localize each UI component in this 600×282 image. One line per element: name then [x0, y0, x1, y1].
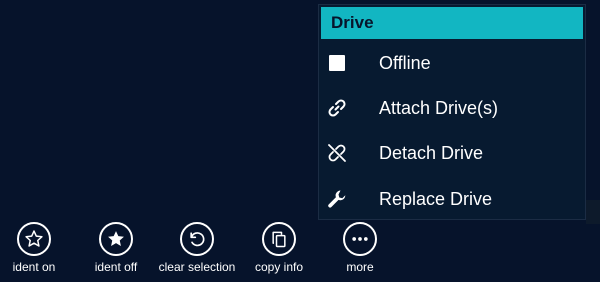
star-filled-icon — [99, 222, 133, 256]
link-icon — [327, 98, 347, 118]
menu-item-offline[interactable]: Offline — [319, 43, 585, 83]
copy-icon — [262, 222, 296, 256]
unlink-icon — [327, 143, 347, 163]
clear-selection-button[interactable]: clear selection — [152, 222, 242, 280]
square-icon — [327, 53, 347, 73]
menu-item-attach-drive[interactable]: Attach Drive(s) — [319, 88, 585, 128]
wrench-icon — [327, 189, 347, 209]
menu-item-label: Offline — [379, 52, 431, 73]
menu-item-label: Detach Drive — [379, 142, 484, 163]
clear-selection-label: clear selection — [158, 260, 236, 274]
menu-item-detach-drive[interactable]: Detach Drive — [319, 133, 585, 173]
more-icon — [343, 222, 377, 256]
menu-item-replace-drive[interactable]: Replace Drive — [319, 179, 585, 219]
copy-info-label: copy info — [254, 260, 304, 274]
undo-icon — [180, 222, 214, 256]
more-button[interactable]: more — [315, 222, 405, 280]
ident-off-label: ident off — [94, 260, 138, 274]
drive-menu: Drive Offline Attach Drive(s) Detach Dri… — [318, 4, 586, 220]
menu-item-label: Attach Drive(s) — [379, 97, 499, 118]
more-label: more — [346, 260, 374, 274]
star-outline-icon — [17, 222, 51, 256]
bottom-toolbar: ident on ident off clear selection copy … — [0, 218, 600, 282]
ident-on-label: ident on — [12, 260, 56, 274]
copy-info-button[interactable]: copy info — [234, 222, 324, 280]
menu-item-label: Replace Drive — [379, 188, 493, 209]
menu-title: Drive — [331, 13, 374, 32]
menu-header: Drive — [321, 7, 583, 39]
ident-on-button[interactable]: ident on — [0, 222, 79, 280]
ident-off-button[interactable]: ident off — [71, 222, 161, 280]
